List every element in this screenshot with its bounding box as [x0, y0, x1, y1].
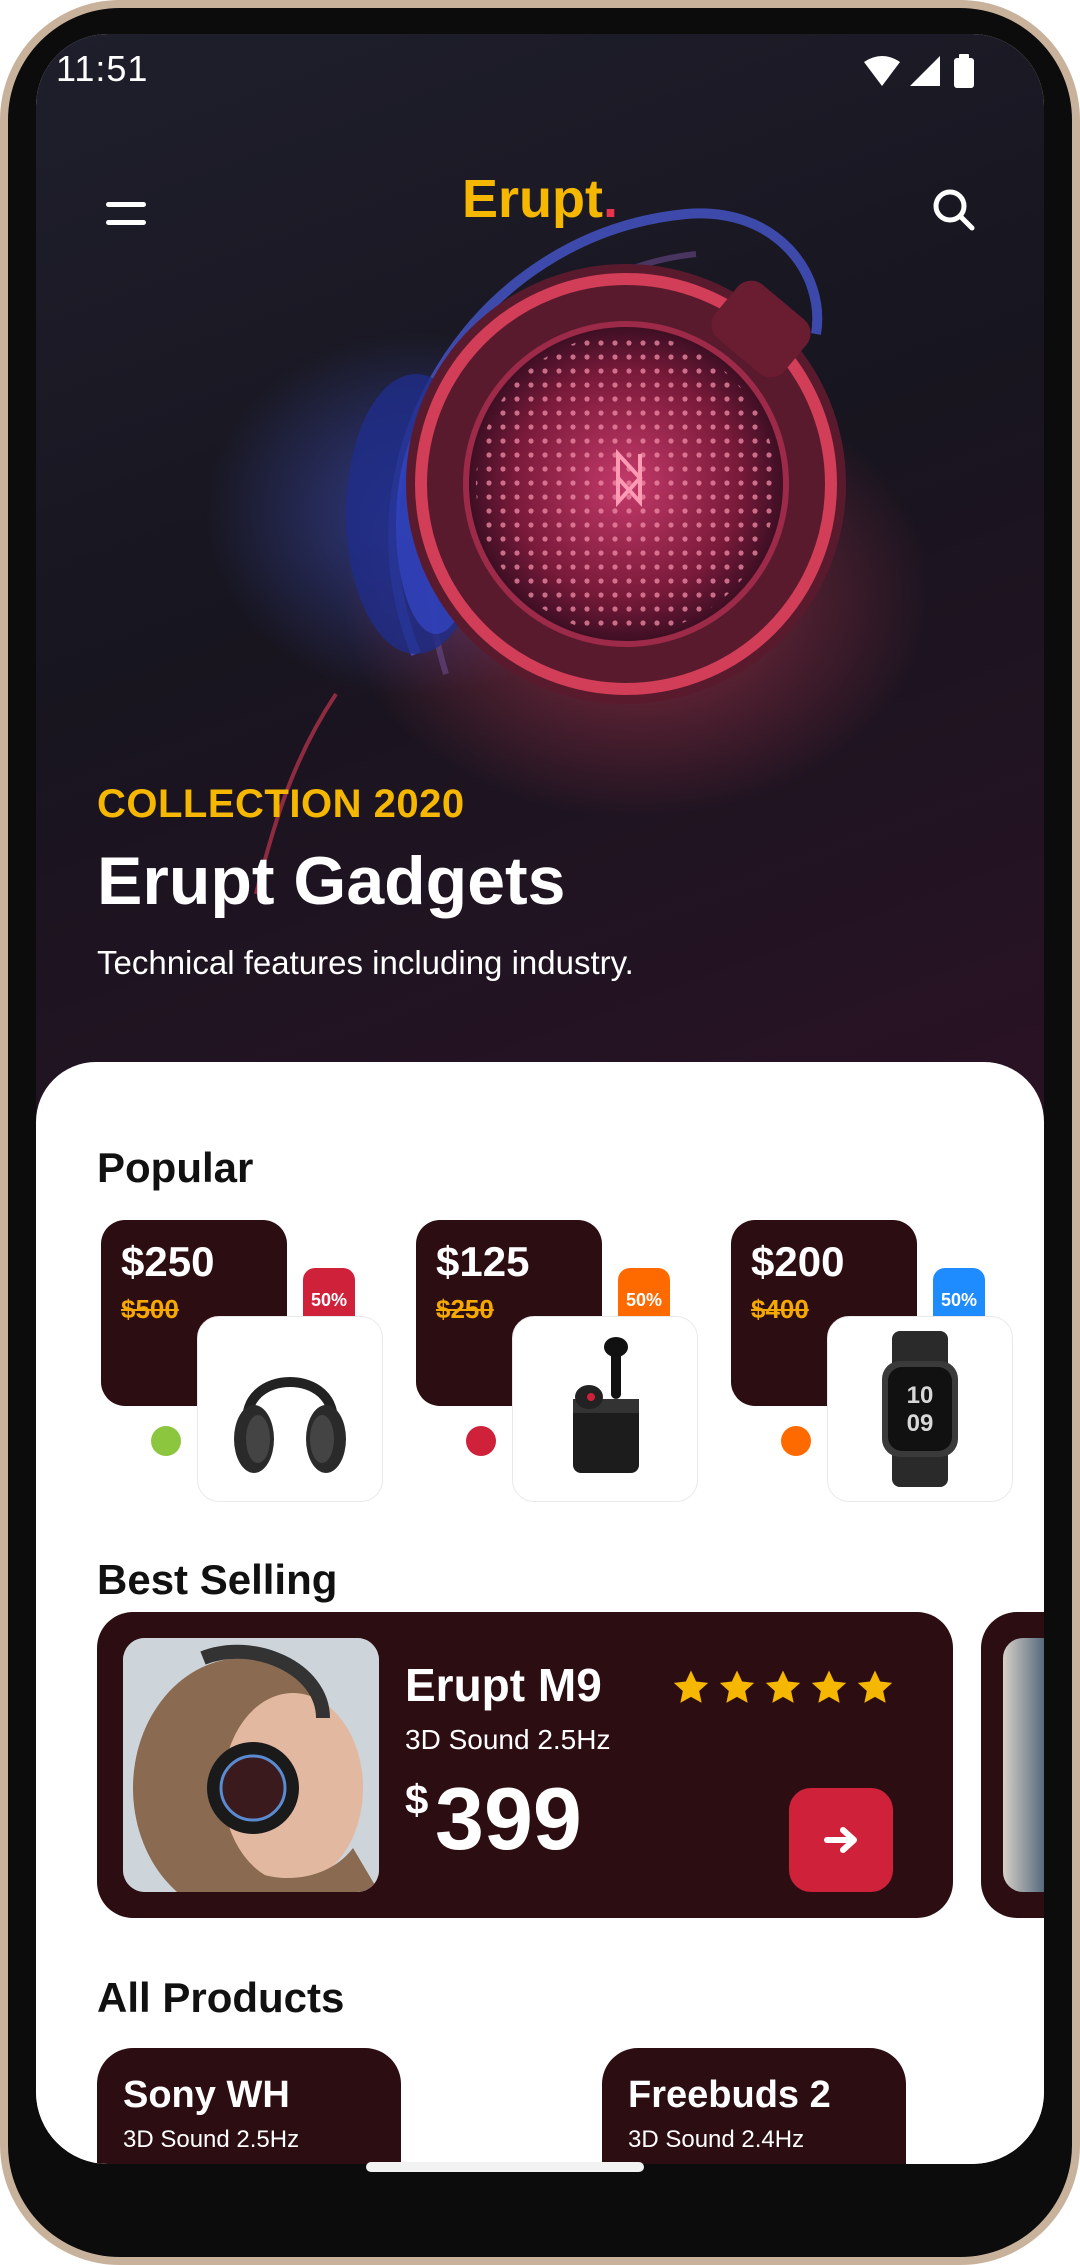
popular-card[interactable]: $250 $500 50%	[101, 1220, 431, 1510]
product-subtitle: 3D Sound 2.5Hz	[123, 2126, 300, 2153]
hero-title: Erupt Gadgets	[97, 843, 566, 919]
best-selling-photo	[123, 1638, 379, 1892]
popular-product-image: 10 09	[827, 1316, 1013, 1502]
popular-product-image	[512, 1316, 698, 1502]
arrow-right-icon[interactable]	[789, 1788, 893, 1892]
earbuds-icon	[573, 1337, 639, 1473]
best-selling-price: 399	[435, 1769, 582, 1868]
color-dot[interactable]	[466, 1426, 496, 1456]
star-icon	[811, 1670, 847, 1703]
product-subtitle: 3D Sound 2.4Hz	[628, 2126, 805, 2153]
status-icons	[864, 54, 974, 88]
popular-product-image	[197, 1316, 383, 1502]
popular-price: $250	[121, 1238, 215, 1285]
svg-text:10: 10	[907, 1382, 934, 1409]
popular-price: $200	[751, 1238, 845, 1285]
screen: 11:51 Erupt. COLLECTION 2020 Erupt Gadge…	[36, 34, 1044, 2164]
status-time: 11:51	[56, 48, 149, 89]
star-icon	[719, 1670, 755, 1703]
popular-card[interactable]: $200 $400 50% 10 09	[731, 1220, 1044, 1510]
product-name: Sony WH	[123, 2074, 290, 2116]
star-icon	[765, 1670, 801, 1703]
popular-card[interactable]: $125 $250 50%	[416, 1220, 746, 1510]
color-dot[interactable]	[781, 1426, 811, 1456]
smartwatch-icon: 10 09	[882, 1331, 958, 1487]
product-card[interactable]: Freebuds 2 3D Sound 2.4Hz	[602, 2048, 906, 2164]
brand-dot: .	[602, 169, 618, 229]
product-name: Freebuds 2	[628, 2074, 831, 2116]
best-selling-photo	[1003, 1638, 1044, 1892]
best-selling-subtitle: 3D Sound 2.5Hz	[405, 1724, 611, 1755]
popular-title: Popular	[97, 1144, 254, 1191]
svg-text:09: 09	[907, 1410, 934, 1437]
hero-eyebrow: COLLECTION 2020	[97, 782, 465, 826]
all-products-title: All Products	[97, 1974, 345, 2021]
best-selling-title: Best Selling	[97, 1556, 338, 1603]
wifi-icon	[864, 56, 900, 86]
popular-price: $125	[436, 1238, 530, 1285]
battery-icon	[954, 58, 974, 88]
best-selling-name: Erupt M9	[405, 1659, 602, 1711]
popular-old-price: $500	[121, 1294, 179, 1324]
star-rating	[671, 1668, 895, 1712]
product-card[interactable]: Sony WH 3D Sound 2.5Hz	[97, 2048, 401, 2164]
hero-banner: 11:51 Erupt. COLLECTION 2020 Erupt Gadge…	[36, 34, 1044, 1134]
brand-name: Erupt	[461, 169, 603, 229]
popular-old-price: $250	[436, 1294, 494, 1324]
popular-old-price: $400	[751, 1294, 809, 1324]
search-icon[interactable]	[924, 180, 984, 240]
hero-subtitle: Technical features including industry.	[97, 944, 634, 981]
best-selling-currency: $	[405, 1776, 429, 1823]
headphones-icon	[234, 1377, 346, 1473]
signal-icon	[910, 56, 940, 86]
star-icon	[673, 1670, 709, 1703]
home-indicator[interactable]	[366, 2162, 644, 2172]
star-icon	[857, 1670, 893, 1703]
brand-logo: Erupt.	[36, 168, 1044, 230]
color-dot[interactable]	[151, 1426, 181, 1456]
best-selling-card[interactable]: Erupt M9 3D Sound 2.5Hz $ 399	[97, 1612, 953, 1918]
best-selling-card-next[interactable]	[981, 1612, 1044, 1918]
